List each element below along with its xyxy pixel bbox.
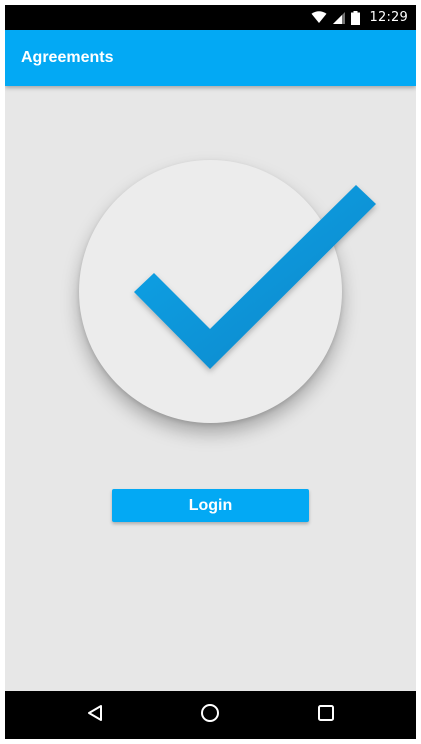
navigation-bar <box>5 691 416 739</box>
app-screen: 12:29 Agreements Login <box>5 5 416 739</box>
status-icons: 12:29 <box>311 5 408 30</box>
back-button[interactable] <box>65 691 125 739</box>
recent-apps-icon <box>317 704 335 727</box>
app-title: Agreements <box>21 49 114 66</box>
app-bar: Agreements <box>5 30 416 86</box>
home-icon <box>200 703 220 728</box>
back-icon <box>86 704 104 727</box>
wifi-icon <box>311 11 327 24</box>
status-time: 12:29 <box>369 10 408 25</box>
recent-apps-button[interactable] <box>296 691 356 739</box>
battery-icon <box>350 10 360 25</box>
login-button[interactable]: Login <box>112 489 309 522</box>
status-bar: 12:29 <box>5 5 416 30</box>
check-circle <box>79 160 342 423</box>
cell-signal-icon <box>332 11 345 24</box>
home-button[interactable] <box>180 691 240 739</box>
